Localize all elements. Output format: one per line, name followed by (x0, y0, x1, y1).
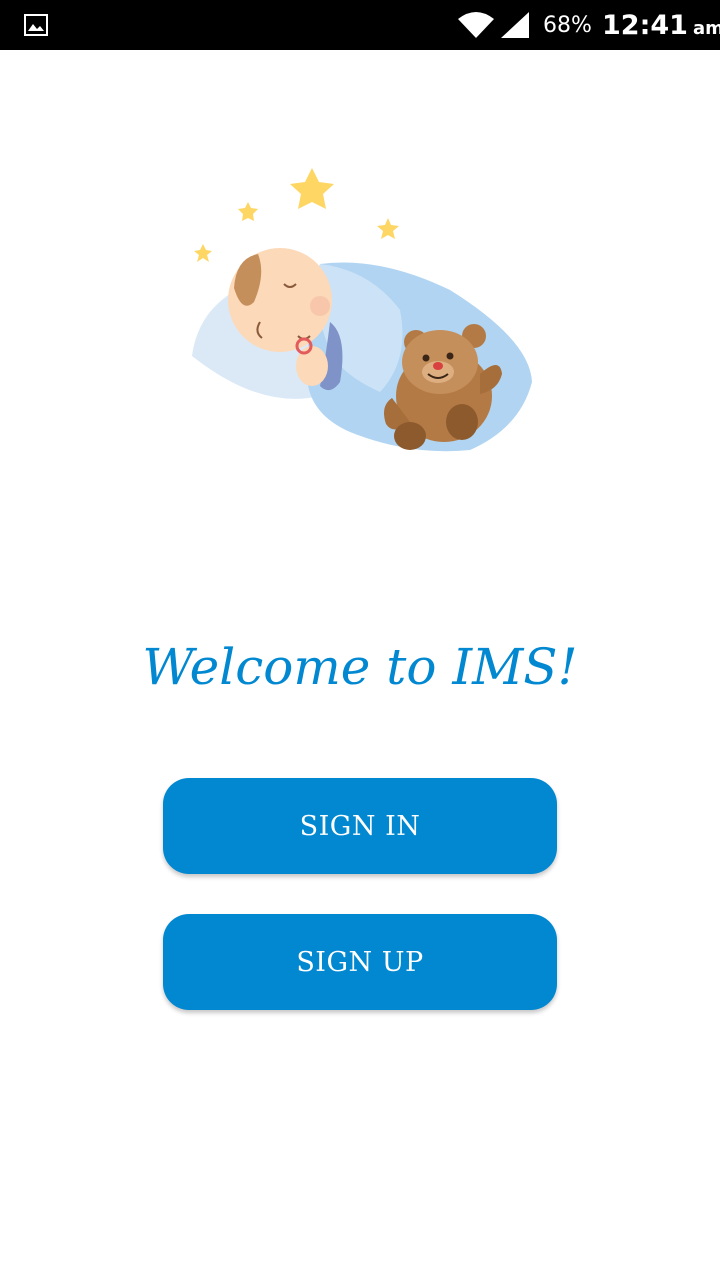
star-icon (238, 202, 258, 221)
baby-cheek (310, 296, 330, 316)
battery-percentage: 68% (543, 13, 592, 38)
welcome-title: Welcome to IMS! (142, 638, 578, 696)
status-bar: 68% 12:41 am (0, 0, 720, 50)
sign-in-label: SIGN IN (299, 810, 421, 842)
sign-in-button[interactable]: SIGN IN (163, 778, 557, 874)
clock: 12:41 am (602, 9, 720, 46)
signal-icon (501, 12, 529, 38)
star-icon (194, 244, 212, 262)
wifi-icon (458, 12, 494, 38)
clock-time: 12:41 (602, 10, 688, 41)
star-icon (377, 218, 399, 239)
clock-ampm: am (692, 18, 720, 39)
sleeping-baby-illustration (192, 168, 532, 452)
sign-up-label: SIGN UP (296, 946, 424, 978)
gallery-icon (24, 14, 48, 36)
sign-up-button[interactable]: SIGN UP (163, 914, 557, 1010)
star-icon (290, 168, 334, 209)
